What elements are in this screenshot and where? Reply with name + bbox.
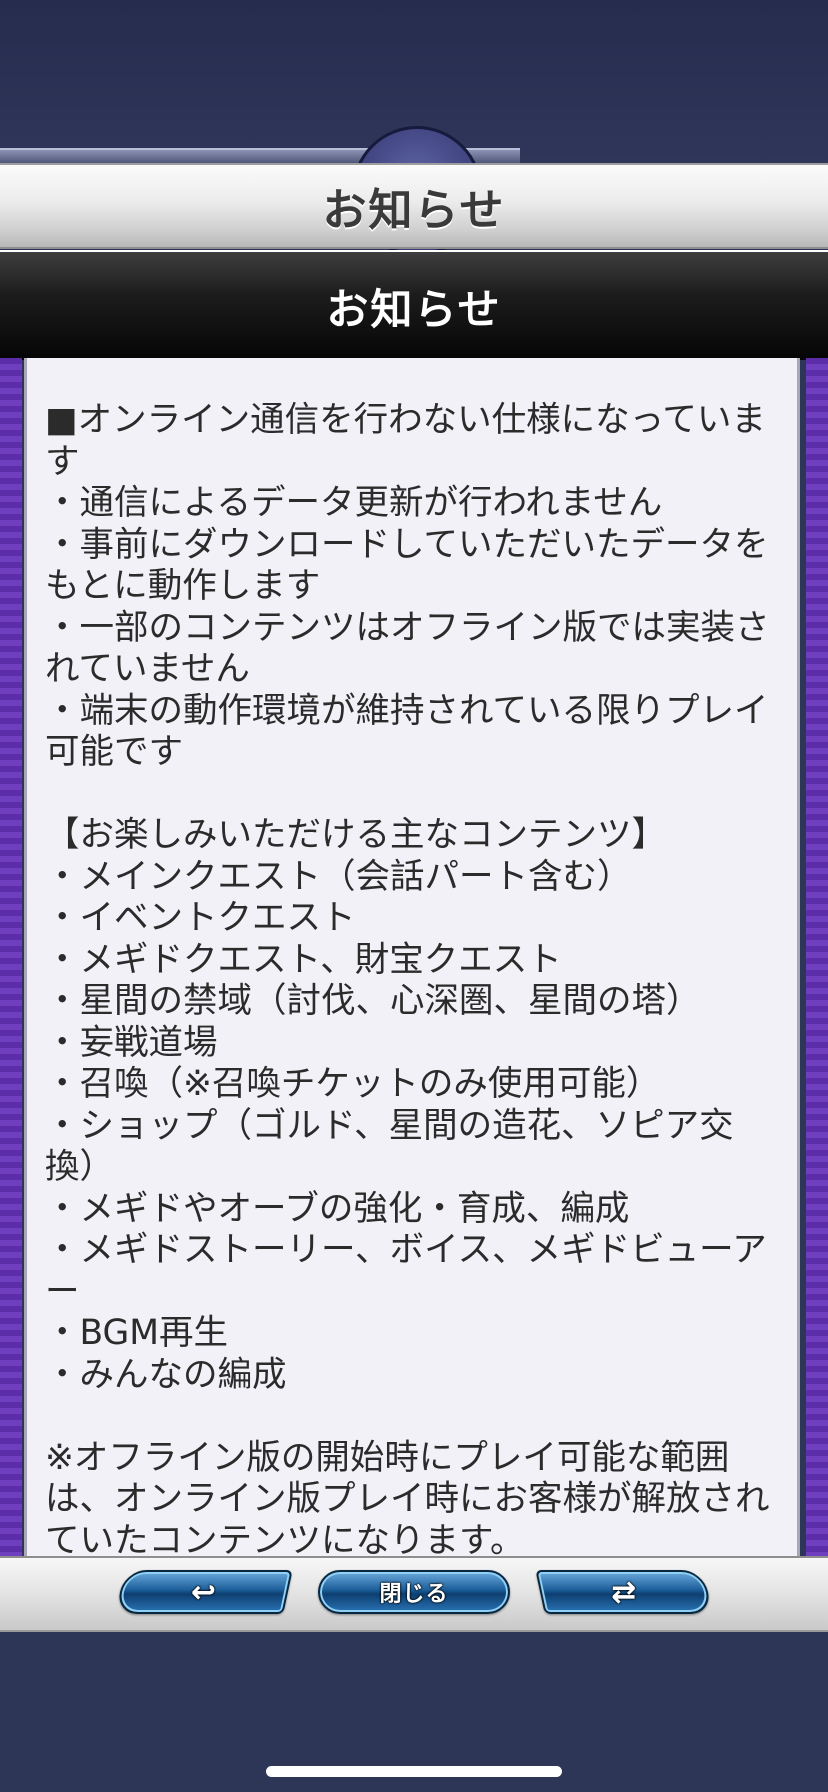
home-indicator[interactable]	[266, 1766, 562, 1777]
back-button[interactable]: ↩	[115, 1570, 293, 1614]
close-button-label: 閉じる	[379, 1582, 449, 1607]
page-title: お知らせ	[322, 185, 506, 236]
frame-left-border	[0, 358, 22, 1558]
switch-arrows-icon: ⇄	[611, 1574, 637, 1610]
frame-right-border	[806, 358, 828, 1558]
notice-title: お知らせ	[326, 284, 502, 334]
notice-content-panel[interactable]: ■オンライン通信を行わない仕様になっています ・通信によるデータ更新が行われませ…	[24, 358, 800, 1558]
switch-button[interactable]: ⇄	[535, 1570, 713, 1614]
close-button[interactable]: 閉じる	[318, 1570, 510, 1614]
back-arrow-icon: ↩	[191, 1574, 217, 1610]
header-bar: お知らせ	[0, 163, 828, 249]
notice-subheader: お知らせ	[0, 250, 828, 360]
notice-body-text: ■オンライン通信を行わない仕様になっています ・通信によるデータ更新が行われませ…	[45, 400, 770, 1558]
footer-toolbar: ↩ 閉じる ⇄	[0, 1556, 828, 1632]
